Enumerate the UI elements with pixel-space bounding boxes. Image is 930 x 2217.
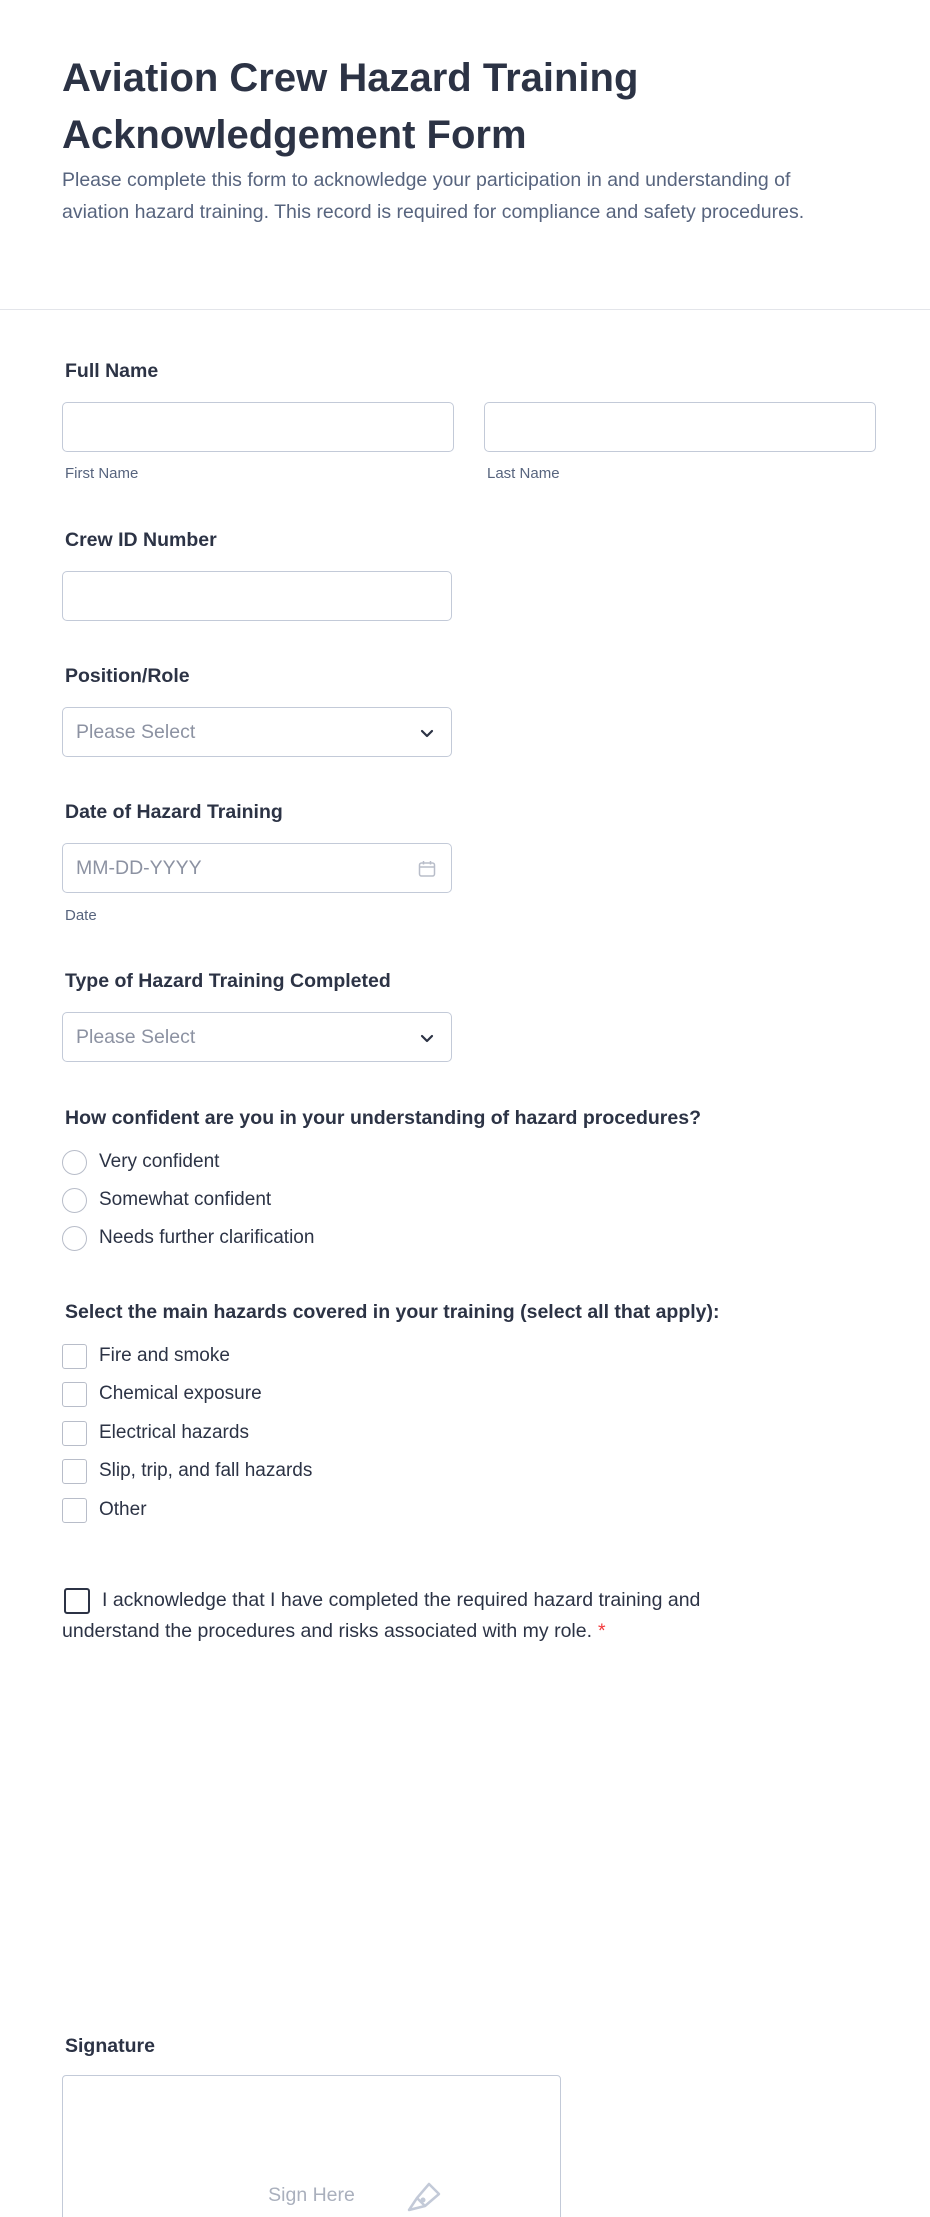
position-placeholder: Please Select: [76, 721, 196, 743]
checkbox-option-slip-trip-fall[interactable]: Slip, trip, and fall hazards: [62, 1456, 312, 1486]
signature-label: Signature: [65, 2035, 155, 2057]
signature-pad[interactable]: Sign Here: [62, 2075, 561, 2217]
checkbox[interactable]: [62, 1458, 87, 1484]
radio-option-somewhat-confident[interactable]: Somewhat confident: [62, 1185, 271, 1215]
hazards-label: Select the main hazards covered in your …: [65, 1301, 720, 1323]
form-title: Aviation Crew Hazard Training Acknowledg…: [62, 56, 639, 157]
first-name-input[interactable]: [62, 402, 454, 452]
full-name-label: Full Name: [65, 360, 159, 382]
training-date-label: Date of Hazard Training: [65, 801, 283, 823]
position-label: Position/Role: [65, 665, 190, 687]
chevron-down-icon: [420, 729, 434, 738]
radio-option-needs-clarification[interactable]: Needs further clarification: [62, 1223, 314, 1253]
training-date-input[interactable]: MM-DD-YYYY: [62, 843, 452, 893]
checkbox-option-fire-smoke[interactable]: Fire and smoke: [62, 1341, 230, 1371]
training-type-select[interactable]: Please Select: [62, 1012, 452, 1062]
checkbox[interactable]: [62, 1381, 87, 1407]
checkbox-option-other[interactable]: Other: [62, 1495, 147, 1525]
checkbox[interactable]: [62, 1343, 87, 1369]
date-sublabel: Date: [65, 907, 97, 924]
signature-scribble-icon: [213, 2206, 323, 2217]
crew-id-label: Crew ID Number: [65, 529, 217, 551]
radio-option-very-confident[interactable]: Very confident: [62, 1147, 219, 1177]
checkbox[interactable]: [62, 1420, 87, 1446]
radio-button[interactable]: [62, 1225, 87, 1251]
form-header: Aviation Crew Hazard Training Acknowledg…: [0, 0, 930, 310]
checkbox-option-electrical[interactable]: Electrical hazards: [62, 1418, 249, 1448]
acknowledgement-checkbox[interactable]: [64, 1588, 90, 1614]
checkbox[interactable]: [62, 1497, 87, 1523]
acknowledgement-text: I acknowledge that I have completed the …: [62, 1589, 701, 1642]
sign-here-text: Sign Here: [268, 2184, 355, 2206]
training-type-placeholder: Please Select: [76, 1026, 196, 1048]
crew-id-input[interactable]: [62, 571, 452, 621]
chevron-down-icon: [420, 1034, 434, 1043]
first-name-sublabel: First Name: [65, 465, 139, 482]
form-description: Please complete this form to acknowledge…: [62, 169, 805, 223]
radio-button[interactable]: [62, 1149, 87, 1175]
required-asterisk: *: [598, 1620, 606, 1642]
confidence-label: How confident are you in your understand…: [65, 1107, 701, 1129]
last-name-sublabel: Last Name: [487, 465, 560, 482]
date-placeholder: MM-DD-YYYY: [76, 857, 202, 879]
radio-button[interactable]: [62, 1187, 87, 1213]
position-select[interactable]: Please Select: [62, 707, 452, 757]
pen-icon: [407, 2182, 441, 2212]
last-name-input[interactable]: [484, 402, 876, 452]
calendar-icon[interactable]: [417, 859, 437, 879]
checkbox-option-chemical[interactable]: Chemical exposure: [62, 1379, 262, 1409]
training-type-label: Type of Hazard Training Completed: [65, 970, 391, 992]
